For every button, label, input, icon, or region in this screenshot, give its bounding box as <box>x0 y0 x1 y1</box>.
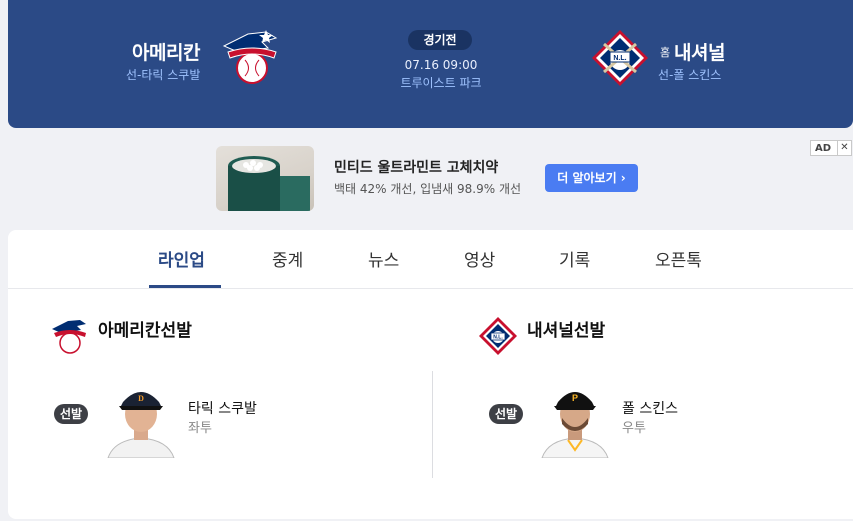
ad-banner[interactable]: 민티드 울트라민트 고체치약 백태 42% 개선, 입냄새 98.9% 개선 더… <box>8 138 853 218</box>
away-starter-tag: 선발 <box>54 404 88 424</box>
scoreboard-header: 아메리칸 선-타릭 스쿠발 경기전 07.16 09:00 트루이스트 파크 N… <box>8 0 853 128</box>
stadium-link[interactable]: 트루이스트 파크 <box>389 74 493 91</box>
svg-text:N.L.: N.L. <box>493 335 503 341</box>
home-lineup-heading: 내셔널선발 <box>527 321 606 341</box>
tab-bar: 라인업 중계 뉴스 영상 기록 오픈톡 <box>8 230 853 289</box>
ad-learn-more-button[interactable]: 더 알아보기 › <box>545 164 638 192</box>
tab-records[interactable]: 기록 <box>559 246 590 289</box>
ad-label[interactable]: AD <box>811 143 837 154</box>
tab-video[interactable]: 영상 <box>464 246 495 289</box>
american-league-logo-small <box>52 320 86 354</box>
away-player-photo[interactable]: D <box>106 380 176 458</box>
american-league-logo[interactable] <box>218 26 280 88</box>
national-league-logo-small: N.L. <box>479 317 517 355</box>
ad-info-badge: AD ✕ <box>810 140 852 156</box>
away-team-pitcher[interactable]: 선-타릭 스쿠발 <box>126 66 200 83</box>
tab-opentalk[interactable]: 오픈톡 <box>655 246 702 289</box>
ad-title[interactable]: 민티드 울트라민트 고체치약 <box>334 157 498 177</box>
game-status-badge: 경기전 <box>408 30 472 50</box>
active-tab-indicator <box>149 285 221 288</box>
lineup-card: 라인업 중계 뉴스 영상 기록 오픈톡 아메리칸선발 선발 D 타릭 스쿠발 좌… <box>8 230 853 519</box>
away-lineup-heading: 아메리칸선발 <box>98 321 192 341</box>
away-player-hand: 좌투 <box>188 421 212 436</box>
game-time: 07.16 09:00 <box>404 58 478 72</box>
away-player-name[interactable]: 타릭 스쿠발 <box>188 398 257 418</box>
svg-text:D: D <box>138 394 144 403</box>
home-team-name[interactable]: 내셔널 <box>674 38 725 65</box>
home-player-name[interactable]: 폴 스킨스 <box>622 398 678 418</box>
tab-broadcast[interactable]: 중계 <box>272 246 303 289</box>
close-icon[interactable]: ✕ <box>837 141 851 155</box>
home-player-photo[interactable]: P <box>540 380 610 458</box>
ad-product-image[interactable] <box>216 146 314 211</box>
ad-description[interactable]: 백태 42% 개선, 입냄새 98.9% 개선 <box>334 180 521 197</box>
home-starter-tag: 선발 <box>489 404 523 424</box>
home-player-hand: 우투 <box>622 421 646 436</box>
svg-text:N.L.: N.L. <box>613 55 626 62</box>
away-team-name[interactable]: 아메리칸 <box>132 38 200 65</box>
tab-news[interactable]: 뉴스 <box>368 246 399 289</box>
svg-text:P: P <box>572 393 578 403</box>
lineup-divider <box>432 371 433 478</box>
home-team-pitcher[interactable]: 선-폴 스킨스 <box>658 66 721 83</box>
national-league-logo[interactable]: N.L. <box>590 28 650 88</box>
tab-lineup[interactable]: 라인업 <box>158 246 205 289</box>
home-tag: 홈 <box>660 46 671 59</box>
